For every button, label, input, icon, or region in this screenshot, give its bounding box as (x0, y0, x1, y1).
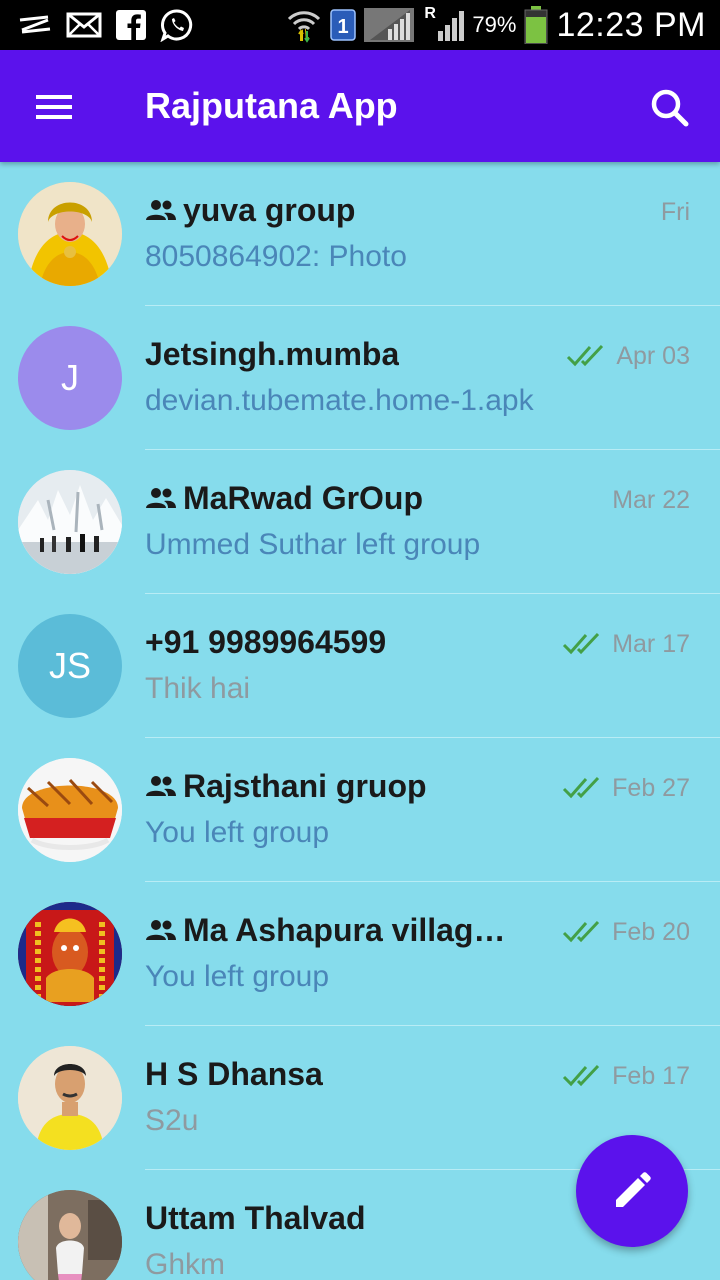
avatar[interactable] (18, 1046, 122, 1150)
z-icon (18, 14, 52, 36)
pencil-icon (616, 1172, 651, 1207)
group-icon (145, 486, 177, 510)
chat-last-message: Ummed Suthar left group (145, 528, 481, 561)
avatar-initials: JS (48, 645, 91, 686)
chat-row[interactable]: Ma Ashapura villag… Feb 20 You left grou… (0, 882, 720, 1026)
double-check-icon (562, 1063, 604, 1089)
double-check-icon (562, 919, 604, 945)
search-icon (651, 89, 689, 127)
chat-time: Feb 20 (612, 917, 690, 946)
double-check-icon (562, 775, 604, 801)
avatar[interactable] (18, 1190, 122, 1280)
battery-icon (524, 6, 548, 44)
mail-icon (66, 12, 102, 38)
chat-name: MaRwad GrOup (183, 479, 424, 516)
avatar[interactable] (18, 182, 122, 286)
chat-row[interactable]: yuva group Fri 8050864902: Photo (0, 162, 720, 306)
chat-last-message: You left group (145, 960, 330, 993)
search-button[interactable] (640, 80, 700, 134)
menu-button[interactable] (24, 82, 84, 132)
avatar[interactable]: J (18, 326, 122, 430)
app-title: Rajputana App (145, 85, 398, 126)
app-bar: Rajputana App (0, 50, 720, 162)
roaming-signal-icon: R (424, 5, 465, 43)
double-check-icon (562, 631, 604, 657)
avatar[interactable] (18, 902, 122, 1006)
svg-text:1: 1 (338, 16, 349, 38)
status-bar: 1 R 79% 12:23 PM (0, 0, 720, 50)
chat-time: Feb 27 (612, 773, 690, 802)
avatar[interactable] (18, 758, 122, 862)
chat-last-message: Ghkm (145, 1248, 226, 1280)
double-check-icon (566, 343, 608, 369)
chat-time: Feb 17 (612, 1061, 690, 1090)
group-icon (145, 774, 177, 798)
system-icons: 1 R 79% 12:23 PM (286, 0, 706, 50)
group-icon (145, 198, 177, 222)
facebook-icon (116, 10, 146, 40)
chat-row[interactable]: J Jetsingh.mumba Apr 03 devian.tubemate.… (0, 306, 720, 450)
group-icon (145, 918, 177, 942)
whatsapp-icon (160, 8, 194, 42)
hamburger-icon (36, 95, 72, 119)
chat-time: Fri (660, 197, 690, 226)
avatar-initials: J (61, 357, 79, 398)
chat-name: +91 9989964599 (145, 623, 387, 660)
clock: 12:23 PM (556, 5, 706, 44)
chat-last-message: Thik hai (145, 672, 251, 705)
chat-name: Rajsthani gruop (183, 767, 427, 804)
avatar[interactable]: JS (18, 614, 122, 718)
chat-time: Mar 17 (612, 629, 690, 658)
chat-list: yuva group Fri 8050864902: Photo J Jetsi… (0, 162, 720, 1280)
chat-name: H S Dhansa (145, 1055, 323, 1092)
roaming-label: R (424, 5, 436, 22)
chat-name: Jetsingh.mumba (145, 335, 400, 372)
notification-icons (18, 6, 194, 44)
battery-percent: 79% (472, 12, 517, 37)
wifi-icon (286, 7, 322, 43)
compose-button[interactable] (576, 1135, 688, 1247)
chat-name: yuva group (183, 191, 356, 228)
chat-last-message: devian.tubemate.home-1.apk (145, 384, 534, 417)
chat-last-message: 8050864902: Photo (145, 240, 407, 273)
avatar[interactable] (18, 470, 122, 574)
chat-time: Mar 22 (612, 485, 690, 514)
chat-last-message: You left group (145, 816, 330, 849)
chat-row[interactable]: Rajsthani gruop Feb 27 You left group (0, 738, 720, 882)
chat-row[interactable]: JS +91 9989964599 Mar 17 Thik hai (0, 594, 720, 738)
sim1-icon: 1 (330, 9, 357, 41)
chat-name: Ma Ashapura villag… (183, 911, 506, 948)
chat-time: Apr 03 (616, 341, 690, 370)
chat-name: Uttam Thalvad (145, 1199, 366, 1236)
chat-row[interactable]: MaRwad GrOup Mar 22 Ummed Suthar left gr… (0, 450, 720, 594)
chat-last-message: S2u (145, 1104, 199, 1137)
signal-icon (364, 7, 416, 43)
